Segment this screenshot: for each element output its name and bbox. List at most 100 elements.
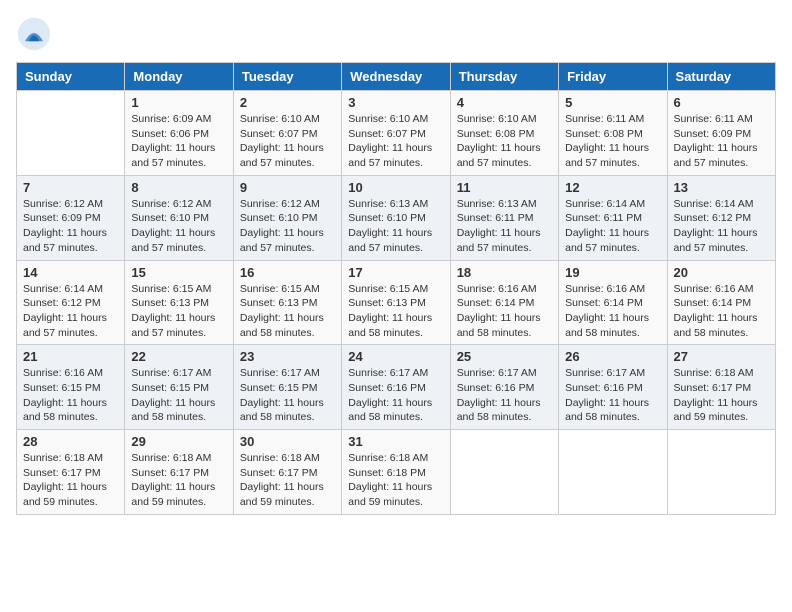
day-info: Sunrise: 6:15 AM Sunset: 6:13 PM Dayligh…	[348, 282, 443, 341]
day-info: Sunrise: 6:16 AM Sunset: 6:14 PM Dayligh…	[674, 282, 769, 341]
calendar-week-row: 1 Sunrise: 6:09 AM Sunset: 6:06 PM Daylig…	[17, 91, 776, 176]
day-number: 20	[674, 265, 769, 280]
calendar-day-cell: 29Sunrise: 6:18 AM Sunset: 6:17 PM Dayli…	[125, 430, 233, 515]
day-info: Sunrise: 6:15 AM Sunset: 6:13 PM Dayligh…	[131, 282, 226, 341]
day-info: Sunrise: 6:18 AM Sunset: 6:18 PM Dayligh…	[348, 451, 443, 510]
day-info: Sunrise: 6:16 AM Sunset: 6:14 PM Dayligh…	[565, 282, 660, 341]
day-number: 26	[565, 349, 660, 364]
calendar-day-cell: 25 Sunrise: 6:17 AM Sunset: 6:16 PM Dayli…	[450, 345, 558, 430]
calendar-day-cell: 2 Sunrise: 6:10 AM Sunset: 6:07 PM Daylig…	[233, 91, 341, 176]
day-number: 18	[457, 265, 552, 280]
day-number: 14	[23, 265, 118, 280]
calendar-empty-cell	[667, 430, 775, 515]
day-number: 15	[131, 265, 226, 280]
calendar-day-cell: 12Sunrise: 6:14 AM Sunset: 6:11 PM Dayli…	[559, 175, 667, 260]
day-number: 21	[23, 349, 118, 364]
day-number: 7	[23, 180, 118, 195]
day-of-week-header: Sunday	[17, 63, 125, 91]
calendar-empty-cell	[559, 430, 667, 515]
day-number: 31	[348, 434, 443, 449]
day-info: Sunrise: 6:14 AM Sunset: 6:12 PM Dayligh…	[674, 197, 769, 256]
calendar-table: SundayMondayTuesdayWednesdayThursdayFrid…	[16, 62, 776, 515]
day-number: 23	[240, 349, 335, 364]
page-header	[16, 16, 776, 52]
calendar-day-cell: 13 Sunrise: 6:14 AM Sunset: 6:12 PM Dayli…	[667, 175, 775, 260]
day-info: Sunrise: 6:18 AM Sunset: 6:17 PM Dayligh…	[240, 451, 335, 510]
day-number: 29	[131, 434, 226, 449]
day-info: Sunrise: 6:12 AM Sunset: 6:10 PM Dayligh…	[240, 197, 335, 256]
day-number: 16	[240, 265, 335, 280]
calendar-day-cell: 3 Sunrise: 6:10 AM Sunset: 6:07 PM Daylig…	[342, 91, 450, 176]
day-number: 24	[348, 349, 443, 364]
day-number: 5	[565, 95, 660, 110]
day-info: Sunrise: 6:10 AM Sunset: 6:07 PM Dayligh…	[240, 112, 335, 171]
calendar-day-cell: 15 Sunrise: 6:15 AM Sunset: 6:13 PM Dayli…	[125, 260, 233, 345]
calendar-week-row: 7 Sunrise: 6:12 AM Sunset: 6:09 PM Daylig…	[17, 175, 776, 260]
day-number: 8	[131, 180, 226, 195]
day-number: 13	[674, 180, 769, 195]
day-info: Sunrise: 6:09 AM Sunset: 6:06 PM Dayligh…	[131, 112, 226, 171]
calendar-week-row: 14 Sunrise: 6:14 AM Sunset: 6:12 PM Dayli…	[17, 260, 776, 345]
day-number: 12	[565, 180, 660, 195]
logo-icon	[16, 16, 52, 52]
calendar-day-cell: 1 Sunrise: 6:09 AM Sunset: 6:06 PM Daylig…	[125, 91, 233, 176]
calendar-empty-cell	[450, 430, 558, 515]
day-number: 25	[457, 349, 552, 364]
day-info: Sunrise: 6:17 AM Sunset: 6:15 PM Dayligh…	[131, 366, 226, 425]
day-number: 2	[240, 95, 335, 110]
day-number: 28	[23, 434, 118, 449]
day-number: 22	[131, 349, 226, 364]
logo	[16, 16, 56, 52]
day-info: Sunrise: 6:12 AM Sunset: 6:10 PM Dayligh…	[131, 197, 226, 256]
day-number: 4	[457, 95, 552, 110]
day-info: Sunrise: 6:16 AM Sunset: 6:14 PM Dayligh…	[457, 282, 552, 341]
calendar-day-cell: 20 Sunrise: 6:16 AM Sunset: 6:14 PM Dayli…	[667, 260, 775, 345]
day-info: Sunrise: 6:11 AM Sunset: 6:08 PM Dayligh…	[565, 112, 660, 171]
day-info: Sunrise: 6:17 AM Sunset: 6:16 PM Dayligh…	[348, 366, 443, 425]
day-info: Sunrise: 6:10 AM Sunset: 6:08 PM Dayligh…	[457, 112, 552, 171]
calendar-day-cell: 10Sunrise: 6:13 AM Sunset: 6:10 PM Dayli…	[342, 175, 450, 260]
day-of-week-header: Wednesday	[342, 63, 450, 91]
day-number: 19	[565, 265, 660, 280]
day-info: Sunrise: 6:16 AM Sunset: 6:15 PM Dayligh…	[23, 366, 118, 425]
day-info: Sunrise: 6:17 AM Sunset: 6:16 PM Dayligh…	[457, 366, 552, 425]
calendar-day-cell: 14 Sunrise: 6:14 AM Sunset: 6:12 PM Dayli…	[17, 260, 125, 345]
calendar-day-cell: 11 Sunrise: 6:13 AM Sunset: 6:11 PM Dayli…	[450, 175, 558, 260]
calendar-day-cell: 19 Sunrise: 6:16 AM Sunset: 6:14 PM Dayli…	[559, 260, 667, 345]
day-info: Sunrise: 6:15 AM Sunset: 6:13 PM Dayligh…	[240, 282, 335, 341]
calendar-empty-cell	[17, 91, 125, 176]
day-info: Sunrise: 6:10 AM Sunset: 6:07 PM Dayligh…	[348, 112, 443, 171]
day-number: 6	[674, 95, 769, 110]
day-info: Sunrise: 6:17 AM Sunset: 6:16 PM Dayligh…	[565, 366, 660, 425]
day-number: 11	[457, 180, 552, 195]
day-of-week-header: Monday	[125, 63, 233, 91]
calendar-day-cell: 18 Sunrise: 6:16 AM Sunset: 6:14 PM Dayli…	[450, 260, 558, 345]
calendar-week-row: 21 Sunrise: 6:16 AM Sunset: 6:15 PM Dayli…	[17, 345, 776, 430]
calendar-day-cell: 28Sunrise: 6:18 AM Sunset: 6:17 PM Dayli…	[17, 430, 125, 515]
day-of-week-header: Thursday	[450, 63, 558, 91]
calendar-day-cell: 9 Sunrise: 6:12 AM Sunset: 6:10 PM Daylig…	[233, 175, 341, 260]
calendar-day-cell: 21 Sunrise: 6:16 AM Sunset: 6:15 PM Dayli…	[17, 345, 125, 430]
calendar-header-row: SundayMondayTuesdayWednesdayThursdayFrid…	[17, 63, 776, 91]
day-info: Sunrise: 6:14 AM Sunset: 6:12 PM Dayligh…	[23, 282, 118, 341]
day-info: Sunrise: 6:12 AM Sunset: 6:09 PM Dayligh…	[23, 197, 118, 256]
day-info: Sunrise: 6:18 AM Sunset: 6:17 PM Dayligh…	[674, 366, 769, 425]
calendar-day-cell: 30Sunrise: 6:18 AM Sunset: 6:17 PM Dayli…	[233, 430, 341, 515]
calendar-day-cell: 5 Sunrise: 6:11 AM Sunset: 6:08 PM Daylig…	[559, 91, 667, 176]
day-of-week-header: Tuesday	[233, 63, 341, 91]
day-number: 27	[674, 349, 769, 364]
day-info: Sunrise: 6:13 AM Sunset: 6:10 PM Dayligh…	[348, 197, 443, 256]
day-number: 3	[348, 95, 443, 110]
day-info: Sunrise: 6:17 AM Sunset: 6:15 PM Dayligh…	[240, 366, 335, 425]
day-info: Sunrise: 6:11 AM Sunset: 6:09 PM Dayligh…	[674, 112, 769, 171]
calendar-day-cell: 24 Sunrise: 6:17 AM Sunset: 6:16 PM Dayli…	[342, 345, 450, 430]
calendar-day-cell: 23 Sunrise: 6:17 AM Sunset: 6:15 PM Dayli…	[233, 345, 341, 430]
calendar-day-cell: 8 Sunrise: 6:12 AM Sunset: 6:10 PM Daylig…	[125, 175, 233, 260]
day-info: Sunrise: 6:13 AM Sunset: 6:11 PM Dayligh…	[457, 197, 552, 256]
calendar-week-row: 28 Sunrise: 6:18 AM Sunset: 6:17 PM Dayli…	[17, 430, 776, 515]
calendar-day-cell: 16 Sunrise: 6:15 AM Sunset: 6:13 PM Dayli…	[233, 260, 341, 345]
calendar-day-cell: 27 Sunrise: 6:18 AM Sunset: 6:17 PM Dayli…	[667, 345, 775, 430]
day-number: 17	[348, 265, 443, 280]
day-number: 1	[131, 95, 226, 110]
day-number: 9	[240, 180, 335, 195]
